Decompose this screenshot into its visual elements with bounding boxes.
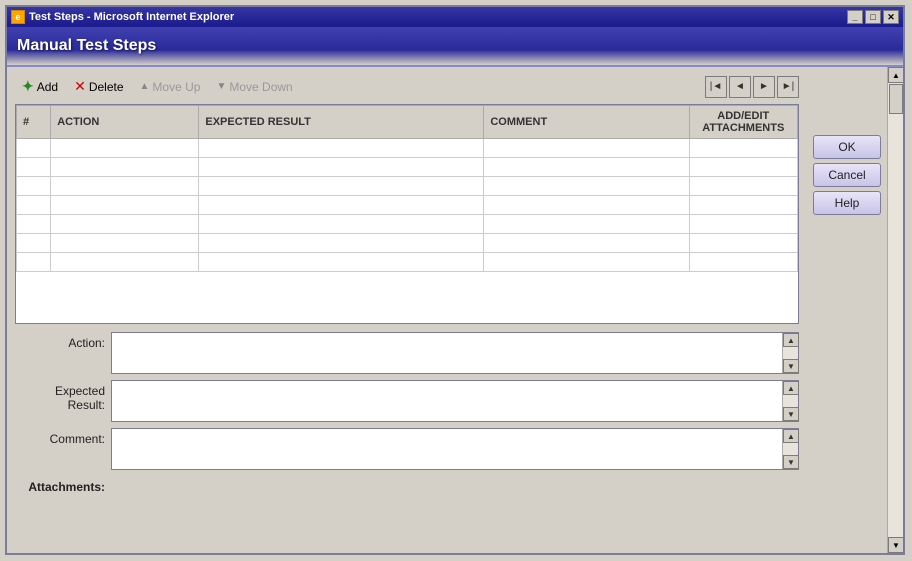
add-label: Add — [37, 80, 58, 94]
toolbar: ✦ Add ✕ Delete ▲ Move Up ▼ Move Down — [15, 75, 799, 98]
help-button[interactable]: Help — [813, 191, 881, 215]
next-icon: ► — [759, 81, 769, 92]
action-field-wrapper: ▲ ▼ — [111, 332, 799, 374]
expected-scrollbar[interactable]: ▲ ▼ — [782, 381, 798, 421]
expected-result-row: Expected Result: ▲ ▼ — [15, 380, 799, 422]
action-row: Action: ▲ ▼ — [15, 332, 799, 374]
table-row[interactable] — [17, 234, 798, 253]
scroll-thumb[interactable] — [889, 84, 903, 114]
table-row[interactable] — [17, 139, 798, 158]
comment-scrollbar[interactable]: ▲ ▼ — [782, 429, 798, 469]
attachments-row: Attachments: — [15, 476, 799, 494]
move-up-button[interactable]: ▲ Move Up — [133, 77, 208, 97]
add-icon: ✦ — [22, 78, 34, 95]
comment-field-wrapper: ▲ ▼ — [111, 428, 799, 470]
table-body — [17, 139, 798, 272]
expected-scroll-down[interactable]: ▼ — [783, 407, 799, 421]
scroll-track — [888, 83, 903, 537]
col-number: # — [17, 106, 51, 139]
table-row[interactable] — [17, 177, 798, 196]
cancel-button[interactable]: Cancel — [813, 163, 881, 187]
action-scrollbar[interactable]: ▲ ▼ — [782, 333, 798, 373]
first-icon: |◄ — [710, 81, 723, 92]
action-label: Action: — [15, 332, 105, 350]
delete-icon: ✕ — [74, 78, 86, 95]
next-button[interactable]: ► — [753, 76, 775, 98]
header-strip: Manual Test Steps — [7, 27, 903, 67]
col-comment: COMMENT — [484, 106, 689, 139]
col-expected: EXPECTED RESULT — [199, 106, 484, 139]
delete-label: Delete — [89, 80, 124, 94]
expected-scroll-track — [783, 395, 798, 407]
move-up-icon: ▲ — [140, 81, 150, 92]
action-scroll-up[interactable]: ▲ — [783, 333, 799, 347]
prev-icon: ◄ — [735, 81, 745, 92]
move-down-button[interactable]: ▼ Move Down — [209, 77, 299, 97]
move-up-label: Move Up — [152, 80, 200, 94]
page-title: Manual Test Steps — [17, 37, 156, 55]
first-button[interactable]: |◄ — [705, 76, 727, 98]
steps-table: # ACTION EXPECTED RESULT COMMENT ADD/EDI… — [16, 105, 798, 272]
expected-scroll-up[interactable]: ▲ — [783, 381, 799, 395]
right-panel: OK Cancel Help — [807, 67, 887, 553]
comment-field[interactable] — [112, 429, 782, 469]
attachments-label: Attachments: — [15, 476, 105, 494]
title-bar: e Test Steps - Microsoft Internet Explor… — [7, 7, 903, 27]
move-down-label: Move Down — [229, 80, 292, 94]
expected-result-field[interactable] — [112, 381, 782, 421]
delete-button[interactable]: ✕ Delete — [67, 75, 130, 98]
table-container: # ACTION EXPECTED RESULT COMMENT ADD/EDI… — [15, 104, 799, 324]
minimize-button[interactable]: _ — [847, 10, 863, 24]
comment-scroll-up[interactable]: ▲ — [783, 429, 799, 443]
table-row[interactable] — [17, 158, 798, 177]
move-down-icon: ▼ — [216, 81, 226, 92]
window-icon: e — [11, 10, 25, 24]
window-controls[interactable]: _ □ ✕ — [847, 10, 899, 24]
comment-scroll-down[interactable]: ▼ — [783, 455, 799, 469]
table-row[interactable] — [17, 215, 798, 234]
add-button[interactable]: ✦ Add — [15, 75, 65, 98]
scroll-down-button[interactable]: ▼ — [888, 537, 904, 553]
form-area: Action: ▲ ▼ Expected Result: — [15, 332, 799, 494]
nav-group: |◄ ◄ ► ►| — [705, 76, 799, 98]
table-row[interactable] — [17, 253, 798, 272]
col-action: ACTION — [51, 106, 199, 139]
action-scroll-track — [783, 347, 798, 359]
action-field[interactable] — [112, 333, 782, 373]
scroll-up-button[interactable]: ▲ — [888, 67, 904, 83]
prev-button[interactable]: ◄ — [729, 76, 751, 98]
col-attachments: ADD/EDITATTACHMENTS — [689, 106, 797, 139]
comment-scroll-track — [783, 443, 798, 455]
expected-result-field-wrapper: ▲ ▼ — [111, 380, 799, 422]
window-title: Test Steps - Microsoft Internet Explorer — [29, 11, 234, 23]
maximize-button[interactable]: □ — [865, 10, 881, 24]
last-button[interactable]: ►| — [777, 76, 799, 98]
close-button[interactable]: ✕ — [883, 10, 899, 24]
last-icon: ►| — [782, 81, 795, 92]
main-scrollbar[interactable]: ▲ ▼ — [887, 67, 903, 553]
comment-row: Comment: ▲ ▼ — [15, 428, 799, 470]
ok-button[interactable]: OK — [813, 135, 881, 159]
expected-result-label: Expected Result: — [15, 380, 105, 412]
table-row[interactable] — [17, 196, 798, 215]
comment-label: Comment: — [15, 428, 105, 446]
action-scroll-down[interactable]: ▼ — [783, 359, 799, 373]
